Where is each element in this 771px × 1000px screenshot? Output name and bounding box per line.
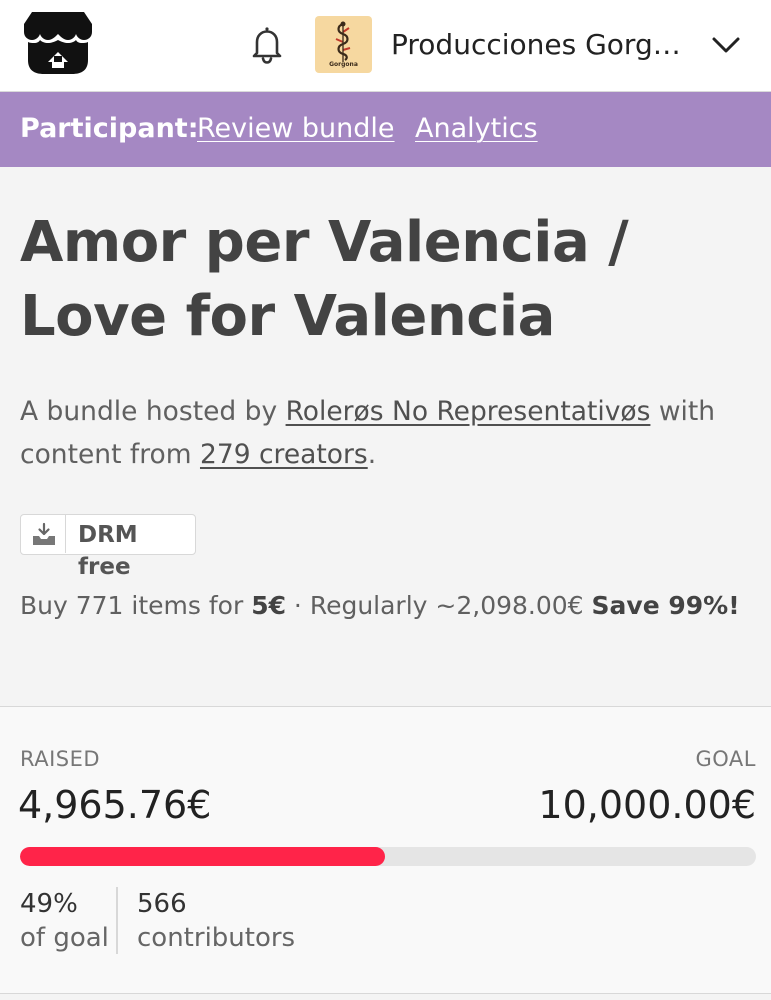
page-title: Amor per Valencia / Love for Valencia: [20, 210, 629, 349]
itch-io-logo-icon[interactable]: [22, 10, 94, 78]
download-icon: [33, 522, 55, 545]
contributors-label: contributors: [137, 923, 296, 953]
drm-free-label: DRM free: [78, 522, 138, 580]
percent-label: of goal: [20, 923, 109, 953]
raised-value: 4,965.76€: [18, 783, 212, 827]
host-link[interactable]: Rolerøs No Representativøs: [286, 396, 651, 427]
raised-label: RAISED: [20, 747, 101, 771]
top-bar: Gorgona Producciones Gorgona: [0, 0, 771, 92]
progress-bar: [20, 847, 756, 866]
fundraising-section: RAISED GOAL 4,965.76€ 10,000.00€ 49% of …: [0, 706, 771, 994]
percent-of-goal: 49% of goal: [20, 887, 109, 955]
analytics-link[interactable]: Analytics: [415, 111, 538, 147]
progress-fill: [20, 847, 386, 866]
goal-label: GOAL: [695, 747, 756, 771]
user-name[interactable]: Producciones Gorgona: [391, 25, 691, 65]
participant-label: Participant:: [20, 113, 199, 144]
chevron-down-icon[interactable]: [708, 27, 744, 63]
stat-divider: [116, 887, 118, 954]
bundle-price: 5€: [251, 591, 286, 620]
participant-bar: Participant: Review bundle Analytics: [0, 92, 771, 167]
creators-link[interactable]: 279 creators: [200, 439, 368, 470]
drm-free-badge: DRM free: [20, 514, 196, 580]
bell-icon[interactable]: [248, 25, 286, 65]
percent-value: 49%: [20, 889, 78, 919]
contributors-stat: 566 contributors: [137, 887, 295, 955]
avatar[interactable]: Gorgona: [315, 16, 372, 73]
avatar-text: Gorgona: [329, 61, 358, 68]
drm-icon-box: [21, 515, 66, 553]
contributors-value: 566: [137, 889, 187, 919]
regular-price: · Regularly ~2,098.00€: [285, 591, 592, 620]
desc-suffix: .: [367, 439, 377, 470]
price-prefix: Buy 771 items for: [20, 591, 252, 620]
savings-text: Save 99%!: [591, 591, 740, 620]
desc-prefix: A bundle hosted by: [20, 396, 286, 427]
price-line: Buy 771 items for 5€ · Regularly ~2,098.…: [20, 588, 765, 624]
bundle-description: A bundle hosted by Rolerøs No Representa…: [20, 390, 750, 476]
goal-value: 10,000.00€: [538, 783, 756, 827]
review-bundle-link[interactable]: Review bundle: [197, 111, 395, 147]
